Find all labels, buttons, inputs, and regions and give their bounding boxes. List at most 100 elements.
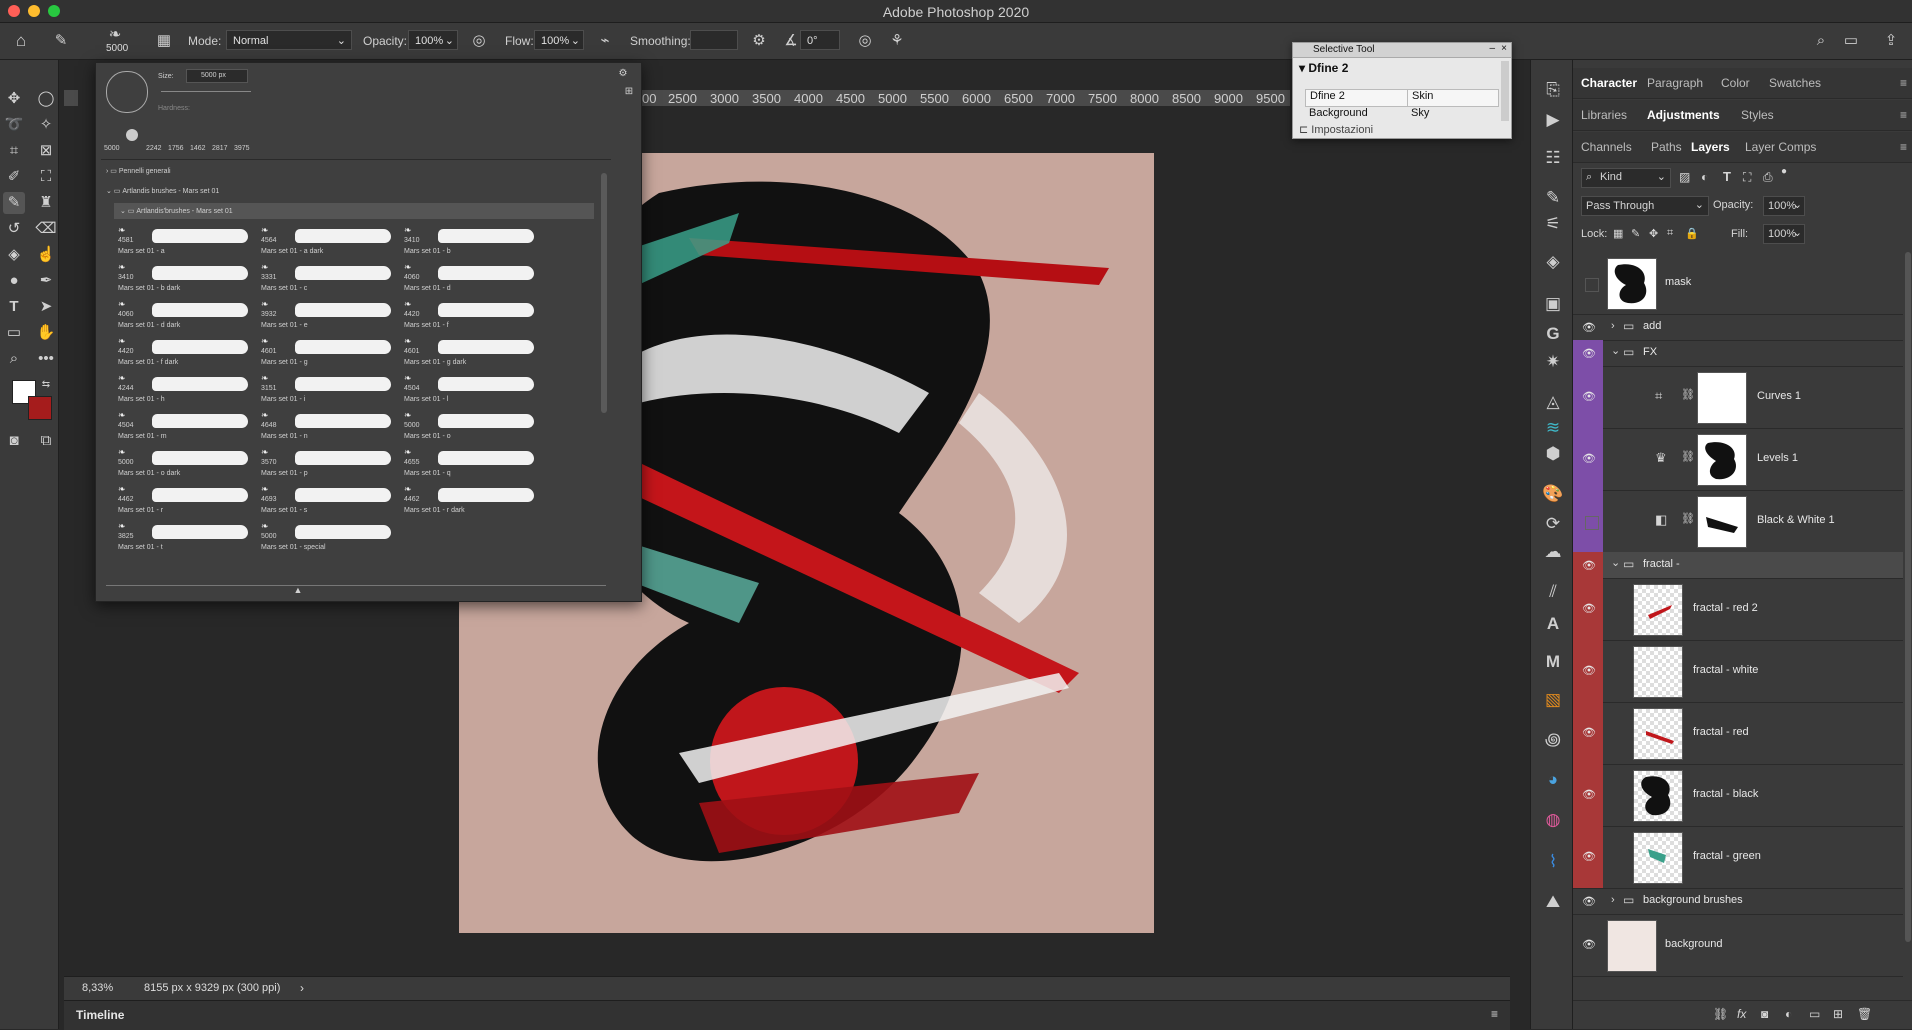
layer-row[interactable]: 👁 fractal - red	[1573, 702, 1903, 765]
panel-menu-icon[interactable]: ≡	[1900, 108, 1907, 122]
lock-transparency-icon[interactable]: ▦	[1613, 227, 1623, 240]
paint-bucket-icon[interactable]: ◈	[3, 244, 25, 266]
brush-tool-icon[interactable]: ✎	[52, 32, 70, 50]
pressure-size-icon[interactable]: ◎	[856, 32, 874, 50]
pressure-opacity-icon[interactable]: ◎	[470, 32, 488, 50]
swirl-icon[interactable]: ꩜	[1541, 728, 1565, 752]
tab-channels[interactable]: Channels	[1581, 140, 1632, 154]
home-icon[interactable]: ⌂	[12, 32, 30, 50]
visibility-toggle-off[interactable]	[1585, 516, 1599, 530]
smudge-icon[interactable]: ☝	[35, 244, 57, 266]
tab-layers[interactable]: Layers	[1691, 140, 1730, 154]
history-brush-icon[interactable]: ↺	[3, 218, 25, 240]
brush-preset[interactable]: ❧ 3331 Mars set 01 - c	[257, 260, 397, 296]
background-color-swatch[interactable]	[28, 396, 52, 420]
sparkle-icon[interactable]: ✷	[1541, 350, 1565, 374]
properties-icon[interactable]: ☷	[1541, 146, 1565, 170]
smoothing-input[interactable]	[690, 30, 738, 50]
brush-preset[interactable]: ❧ 5000 Mars set 01 - o	[400, 408, 540, 444]
chevron-down-icon[interactable]: ⌄	[1611, 344, 1620, 357]
blend-mode-select[interactable]: Pass Through ⌄	[1581, 196, 1709, 216]
mode-select[interactable]: Normal ⌄	[226, 30, 352, 50]
brush-preset[interactable]: ❧ 3410 Mars set 01 - b	[400, 223, 540, 259]
brush-icon[interactable]: ✎	[3, 192, 25, 214]
folder-row[interactable]: ⌄ ▭ Artlandis brushes - Mars set 01	[106, 187, 219, 195]
eye-icon[interactable]: 👁	[1581, 347, 1597, 360]
brush-preset-picker-icon[interactable]: ❧	[106, 26, 124, 44]
tab-adjustments[interactable]: Adjustments	[1647, 108, 1720, 122]
size-slider[interactable]	[161, 91, 251, 92]
tab-color[interactable]: Color	[1721, 76, 1750, 90]
layer-row[interactable]: 👁 fractal - red 2	[1573, 578, 1903, 641]
adjust-sliders-icon[interactable]: ⚟	[1541, 212, 1565, 236]
plugin-globe-icon[interactable]: ◕	[1541, 768, 1565, 792]
eye-icon[interactable]: 👁	[1581, 726, 1597, 739]
chevron-down-icon[interactable]: ⌄	[1611, 556, 1620, 569]
minimize-icon[interactable]: –	[1489, 43, 1495, 54]
link-icon[interactable]: ⛓	[1681, 512, 1695, 525]
refresh-icon[interactable]: ⟳	[1541, 512, 1565, 536]
brush-preset[interactable]: ❧ 4648 Mars set 01 - n	[257, 408, 397, 444]
brush-preset[interactable]: ❧ 3570 Mars set 01 - p	[257, 445, 397, 481]
brush-preset[interactable]: ❧ 4060 Mars set 01 - d	[400, 260, 540, 296]
cloud-icon[interactable]: ☁	[1541, 540, 1565, 564]
layer-group-row[interactable]: 👁 ⌄ ▭ FX	[1573, 340, 1903, 367]
airbrush-icon[interactable]: ⌁	[596, 32, 614, 50]
ellipse-marquee-icon[interactable]: ◯	[35, 88, 57, 110]
panel-menu-icon[interactable]: ≡	[1900, 76, 1907, 90]
layer-mask-thumbnail[interactable]	[1697, 372, 1747, 424]
tab-libraries[interactable]: Libraries	[1581, 108, 1627, 122]
brush-angle-preview[interactable]	[106, 71, 148, 113]
brush-preset[interactable]: ❧ 4504 Mars set 01 - m	[114, 408, 254, 444]
brushes-icon[interactable]: ✎	[1541, 186, 1565, 210]
scrollbar[interactable]	[601, 173, 607, 413]
layer-mask-thumbnail[interactable]	[1697, 434, 1747, 486]
type-filter-icon[interactable]: T	[1723, 169, 1731, 184]
panel-menu-icon[interactable]: ≡	[1900, 140, 1907, 154]
chevron-right-icon[interactable]: ›	[300, 981, 304, 995]
brush-preset[interactable]: ❧ 4693 Mars set 01 - s	[257, 482, 397, 518]
crop-icon[interactable]: ⌗	[3, 140, 25, 162]
actions-play-icon[interactable]: ▶	[1541, 108, 1565, 132]
type-tool-icon[interactable]: T	[3, 296, 25, 318]
magic-wand-icon[interactable]: ✧	[35, 114, 57, 136]
fill-input[interactable]: 100% ⌄	[1763, 224, 1805, 244]
plugin-cube-icon[interactable]: ⬢	[1541, 442, 1565, 466]
plugin-letter-a-icon[interactable]: A	[1541, 612, 1565, 636]
lock-artboard-icon[interactable]: ⌗	[1667, 227, 1673, 240]
plugin-a-icon[interactable]: ◬	[1541, 390, 1565, 414]
brush-preset[interactable]: ❧ 3932 Mars set 01 - e	[257, 297, 397, 333]
eye-icon[interactable]: 👁	[1581, 602, 1597, 615]
dfine-button[interactable]: Dfine 2	[1305, 89, 1411, 107]
layer-kind-filter[interactable]: ⌕ Kind ⌄	[1581, 168, 1671, 188]
hand-icon[interactable]: ✋	[35, 322, 57, 344]
palette-icon[interactable]: 🎨	[1541, 482, 1565, 506]
tab-layer-comps[interactable]: Layer Comps	[1745, 140, 1816, 154]
sky-button[interactable]: Sky	[1407, 107, 1497, 119]
layer-group-row[interactable]: 👁 › ▭ background brushes	[1573, 888, 1903, 915]
new-layer-icon[interactable]: ⊞	[1833, 1007, 1843, 1021]
scrollbar[interactable]	[1905, 252, 1911, 942]
brush-preset[interactable]: ❧ 4581 Mars set 01 - a	[114, 223, 254, 259]
brush-settings-icon[interactable]: ▦	[155, 32, 173, 50]
g-plugin-icon[interactable]: G	[1541, 322, 1565, 346]
link-layers-icon[interactable]: ⛓	[1713, 1007, 1728, 1021]
layer-opacity-input[interactable]: 100% ⌄	[1763, 196, 1805, 216]
plugin-color-icon[interactable]: ◍	[1541, 808, 1565, 832]
brush-preset[interactable]: ❧ 3410 Mars set 01 - b dark	[114, 260, 254, 296]
preset-size[interactable]: 3975	[234, 145, 250, 152]
tab-swatches[interactable]: Swatches	[1769, 76, 1821, 90]
eye-icon[interactable]: 👁	[1581, 938, 1597, 951]
layer-group-row-selected[interactable]: 👁 ⌄ ▭ fractal -	[1573, 552, 1903, 579]
background-button[interactable]: Background	[1305, 107, 1409, 119]
trash-icon[interactable]: 🗑	[1857, 1007, 1872, 1021]
zoom-level[interactable]: 8,33%	[82, 982, 113, 994]
layer-row[interactable]: ◧ ⛓ Black & White 1	[1573, 490, 1903, 553]
pen-icon[interactable]: ✒	[35, 270, 57, 292]
brush-preset[interactable]: ❧ 5000 Mars set 01 - o dark	[114, 445, 254, 481]
brush-preset[interactable]: ❧ 4462 Mars set 01 - r dark	[400, 482, 540, 518]
eye-icon[interactable]: 👁	[1581, 788, 1597, 801]
scrollbar[interactable]	[1501, 61, 1509, 121]
tab-character[interactable]: Character	[1581, 76, 1637, 90]
filter-toggle-icon[interactable]: ●	[1781, 166, 1787, 177]
